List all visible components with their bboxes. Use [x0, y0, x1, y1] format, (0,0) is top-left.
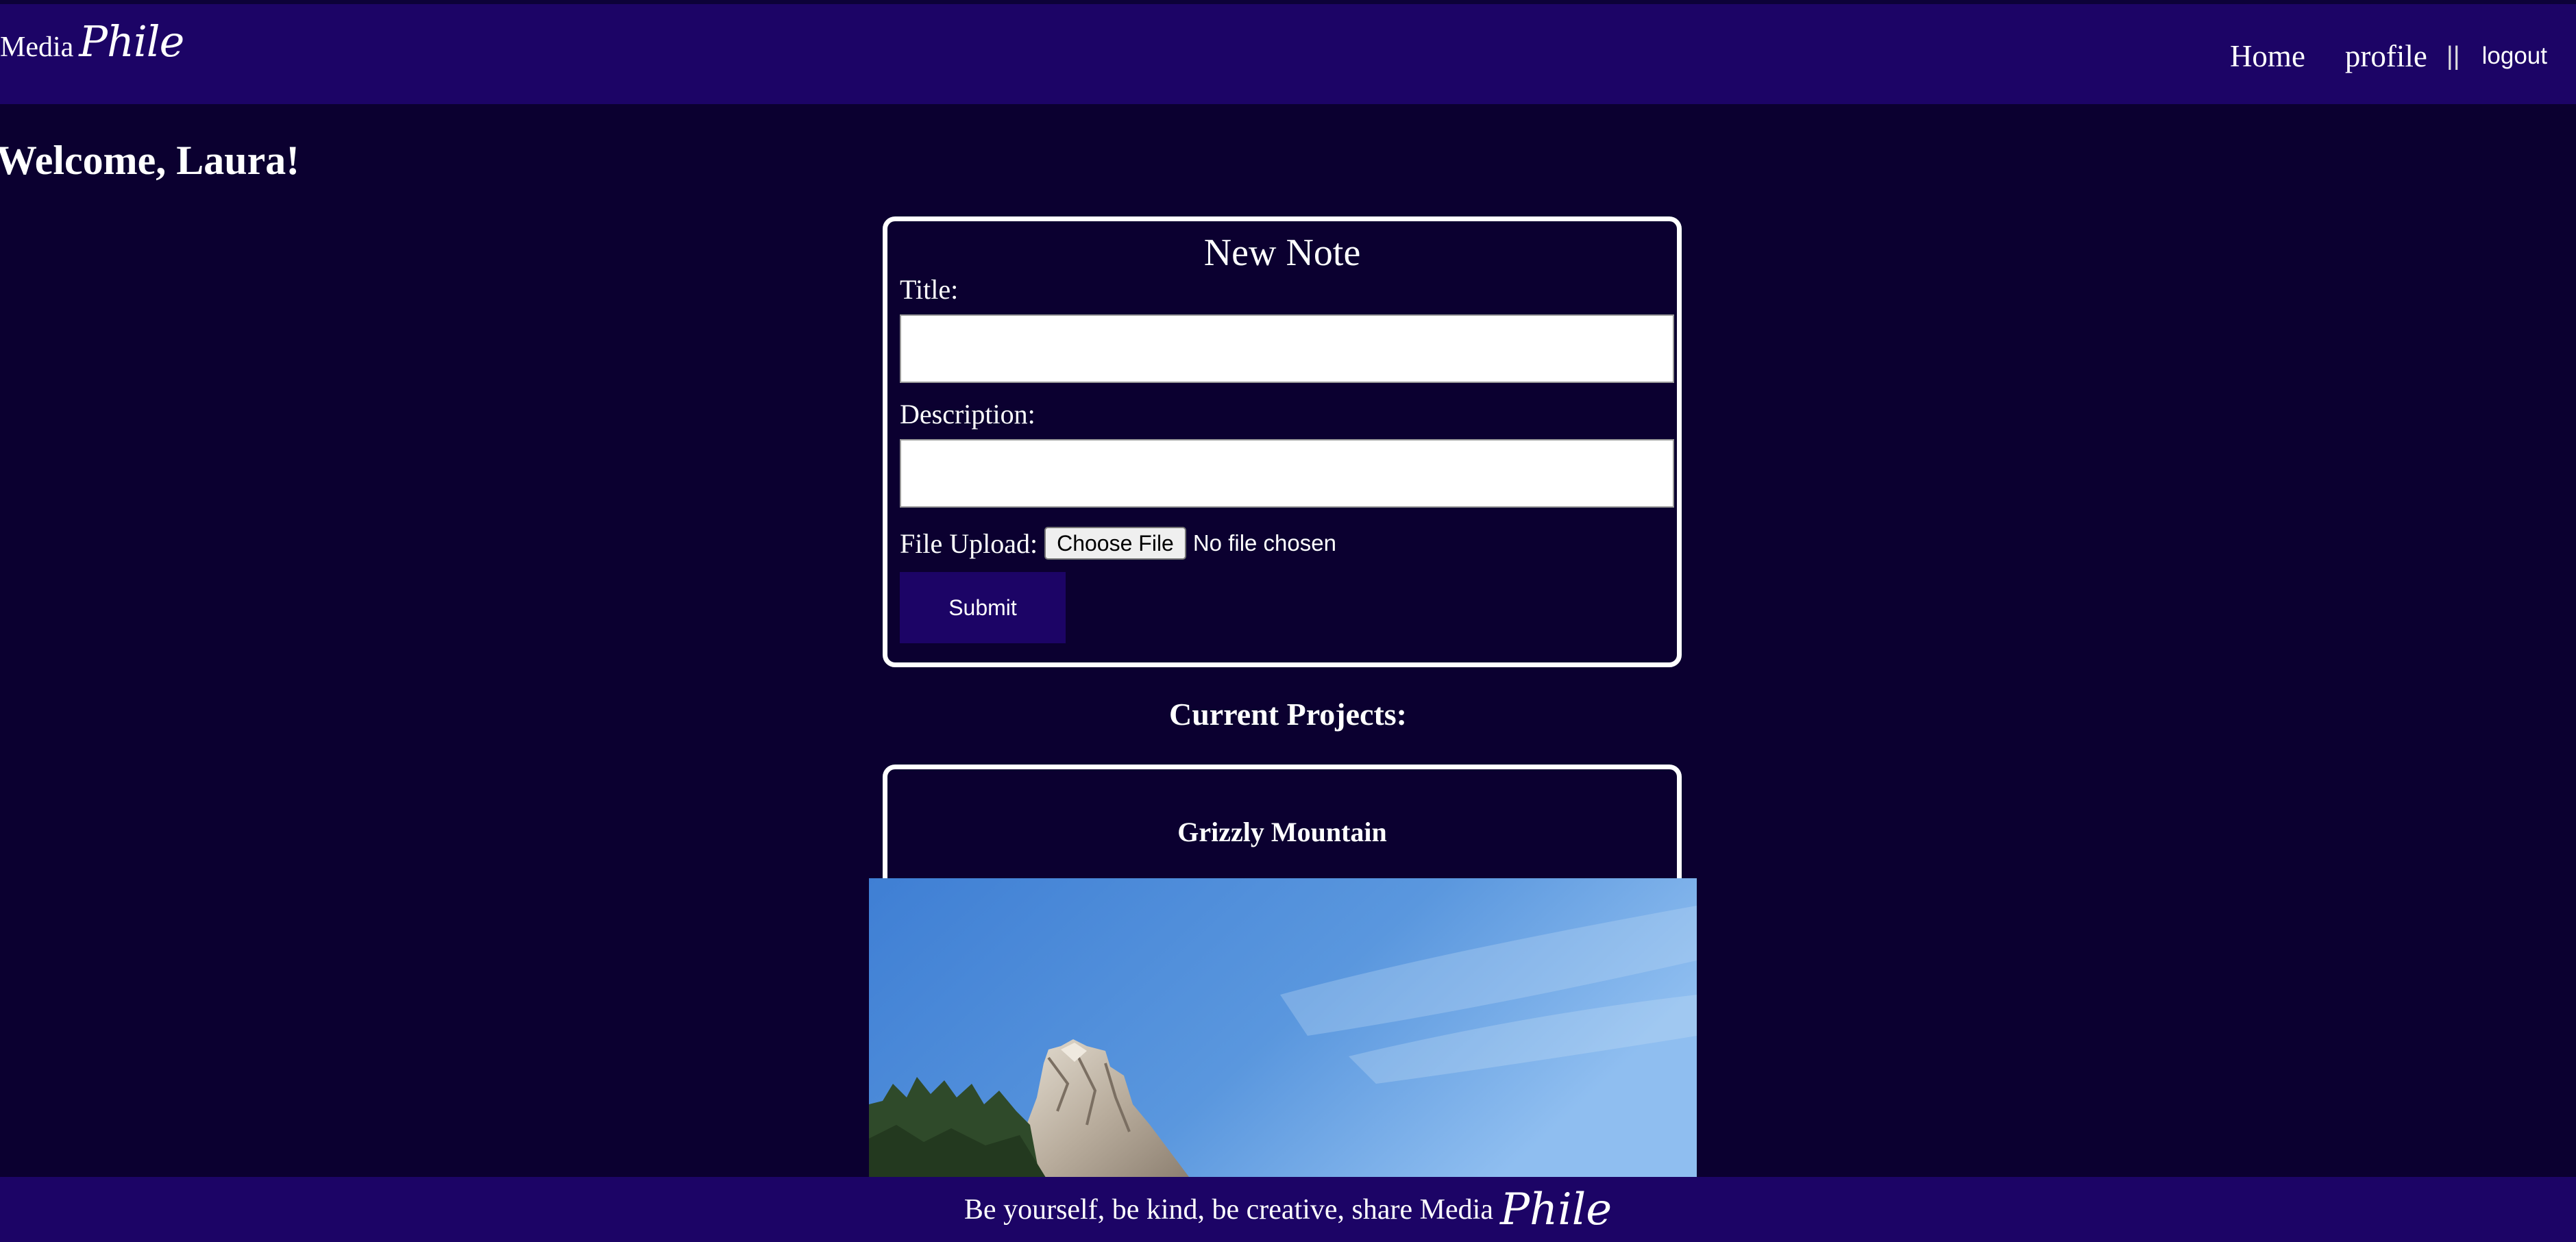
welcome-heading: Welcome, Laura! — [0, 138, 300, 183]
title-input[interactable] — [900, 314, 1674, 383]
nav-separator: || — [2446, 41, 2460, 71]
main-nav: Home profile || logout — [2230, 36, 2576, 77]
brand-phile-script: Phile — [79, 16, 184, 66]
project-image-mountain — [869, 878, 1697, 1180]
brand-media-text: Media — [0, 32, 74, 63]
project-title: Grizzly Mountain — [1177, 817, 1387, 847]
new-note-heading: New Note — [1203, 232, 1361, 274]
current-projects-heading: Current Projects: — [1169, 697, 1407, 732]
footer-phile-script: Phile — [1499, 1184, 1612, 1235]
footer: Be yourself, be kind, be creative, share… — [0, 1177, 2576, 1242]
brand-logo[interactable]: Media Phile — [0, 16, 184, 66]
new-note-form: New Note Title: Description: File Upload… — [883, 216, 1682, 667]
nav-profile-link[interactable]: profile — [2345, 38, 2427, 74]
file-upload-label: File Upload: — [900, 527, 1038, 559]
footer-tagline: Be yourself, be kind, be creative, share… — [964, 1193, 1493, 1226]
choose-file-button[interactable]: Choose File — [1044, 527, 1186, 560]
nav-logout-link[interactable]: logout — [2482, 42, 2547, 70]
description-label: Description: — [900, 399, 1035, 430]
mountain-photo-illustration — [869, 878, 1697, 1180]
top-navbar: Media Phile Home profile || logout — [0, 0, 2576, 104]
page: Media Phile Home profile || logout Welco… — [0, 0, 2576, 1242]
title-label: Title: — [900, 274, 959, 305]
submit-button[interactable]: Submit — [900, 572, 1066, 643]
file-upload-row: File Upload: Choose File No file chosen — [900, 523, 1336, 564]
file-status-text: No file chosen — [1192, 530, 1336, 556]
description-input[interactable] — [900, 439, 1674, 508]
nav-home-link[interactable]: Home — [2230, 38, 2305, 74]
